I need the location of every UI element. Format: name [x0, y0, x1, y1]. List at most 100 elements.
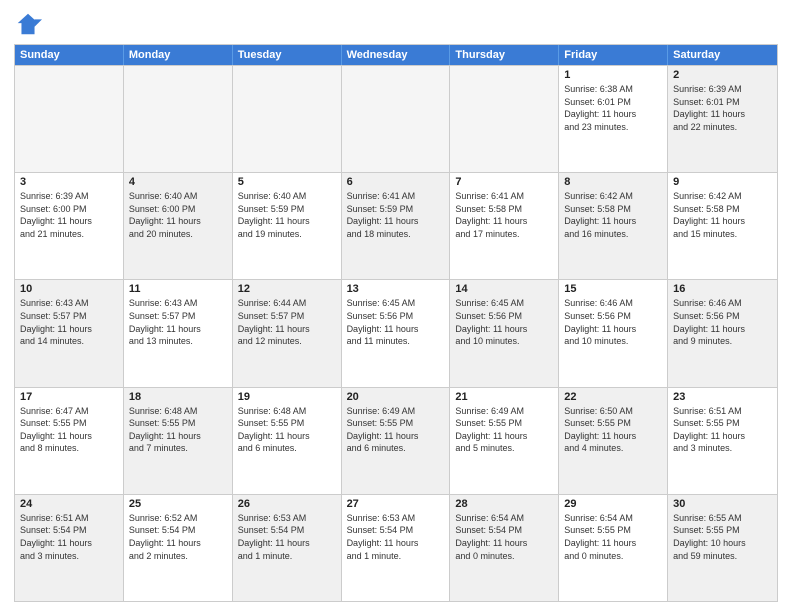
cell-info: Sunrise: 6:46 AM Sunset: 5:56 PM Dayligh… [564, 297, 662, 347]
cal-cell: 8 Sunrise: 6:42 AM Sunset: 5:58 PM Daylig… [559, 173, 668, 279]
week-row-4: 24 Sunrise: 6:51 AM Sunset: 5:54 PM Dayli… [15, 494, 777, 601]
header-day-sunday: Sunday [15, 45, 124, 65]
day-number: 2 [673, 69, 772, 81]
page: SundayMondayTuesdayWednesdayThursdayFrid… [0, 0, 792, 612]
day-number: 1 [564, 69, 662, 81]
week-row-0: 1 Sunrise: 6:38 AM Sunset: 6:01 PM Daylig… [15, 65, 777, 172]
day-number: 23 [673, 391, 772, 403]
day-number: 24 [20, 498, 118, 510]
day-number: 17 [20, 391, 118, 403]
cell-info: Sunrise: 6:53 AM Sunset: 5:54 PM Dayligh… [347, 512, 445, 562]
cell-info: Sunrise: 6:49 AM Sunset: 5:55 PM Dayligh… [455, 405, 553, 455]
header-day-thursday: Thursday [450, 45, 559, 65]
cal-cell: 19 Sunrise: 6:48 AM Sunset: 5:55 PM Dayli… [233, 388, 342, 494]
cal-cell: 2 Sunrise: 6:39 AM Sunset: 6:01 PM Daylig… [668, 66, 777, 172]
day-number: 21 [455, 391, 553, 403]
logo-icon [14, 10, 42, 38]
cal-cell: 29 Sunrise: 6:54 AM Sunset: 5:55 PM Dayli… [559, 495, 668, 601]
cal-cell: 27 Sunrise: 6:53 AM Sunset: 5:54 PM Dayli… [342, 495, 451, 601]
cal-cell: 18 Sunrise: 6:48 AM Sunset: 5:55 PM Dayli… [124, 388, 233, 494]
header-day-friday: Friday [559, 45, 668, 65]
day-number: 5 [238, 176, 336, 188]
calendar-body: 1 Sunrise: 6:38 AM Sunset: 6:01 PM Daylig… [15, 65, 777, 601]
day-number: 19 [238, 391, 336, 403]
cal-cell: 9 Sunrise: 6:42 AM Sunset: 5:58 PM Daylig… [668, 173, 777, 279]
calendar: SundayMondayTuesdayWednesdayThursdayFrid… [14, 44, 778, 602]
cal-cell: 23 Sunrise: 6:51 AM Sunset: 5:55 PM Dayli… [668, 388, 777, 494]
day-number: 4 [129, 176, 227, 188]
cal-cell [342, 66, 451, 172]
day-number: 6 [347, 176, 445, 188]
cal-cell: 12Sunrise: 6:44 AM Sunset: 5:57 PM Dayli… [233, 280, 342, 386]
cal-cell: 7Sunrise: 6:41 AM Sunset: 5:58 PM Daylig… [450, 173, 559, 279]
cell-info: Sunrise: 6:45 AM Sunset: 5:56 PM Dayligh… [455, 297, 553, 347]
cal-cell: 4 Sunrise: 6:40 AM Sunset: 6:00 PM Daylig… [124, 173, 233, 279]
cal-cell: 16 Sunrise: 6:46 AM Sunset: 5:56 PM Dayli… [668, 280, 777, 386]
day-number: 15 [564, 283, 662, 295]
calendar-header: SundayMondayTuesdayWednesdayThursdayFrid… [15, 45, 777, 65]
day-number: 30 [673, 498, 772, 510]
cal-cell: 13 Sunrise: 6:45 AM Sunset: 5:56 PM Dayli… [342, 280, 451, 386]
day-number: 29 [564, 498, 662, 510]
cal-cell: 11 Sunrise: 6:43 AM Sunset: 5:57 PM Dayli… [124, 280, 233, 386]
header-day-saturday: Saturday [668, 45, 777, 65]
cell-info: Sunrise: 6:52 AM Sunset: 5:54 PM Dayligh… [129, 512, 227, 562]
cell-info: Sunrise: 6:42 AM Sunset: 5:58 PM Dayligh… [564, 190, 662, 240]
cal-cell: 17 Sunrise: 6:47 AM Sunset: 5:55 PM Dayli… [15, 388, 124, 494]
day-number: 9 [673, 176, 772, 188]
day-number: 27 [347, 498, 445, 510]
cell-info: Sunrise: 6:43 AM Sunset: 5:57 PM Dayligh… [20, 297, 118, 347]
header-day-tuesday: Tuesday [233, 45, 342, 65]
cal-cell: 14 Sunrise: 6:45 AM Sunset: 5:56 PM Dayli… [450, 280, 559, 386]
cal-cell [15, 66, 124, 172]
cell-info: Sunrise: 6:40 AM Sunset: 6:00 PM Dayligh… [129, 190, 227, 240]
day-number: 16 [673, 283, 772, 295]
cell-info: Sunrise: 6:54 AM Sunset: 5:54 PM Dayligh… [455, 512, 553, 562]
cell-info: Sunrise: 6:48 AM Sunset: 5:55 PM Dayligh… [129, 405, 227, 455]
cell-info: Sunrise: 6:40 AM Sunset: 5:59 PM Dayligh… [238, 190, 336, 240]
cell-info: Sunrise: 6:45 AM Sunset: 5:56 PM Dayligh… [347, 297, 445, 347]
cell-info: Sunrise: 6:51 AM Sunset: 5:55 PM Dayligh… [673, 405, 772, 455]
cal-cell: 6Sunrise: 6:41 AM Sunset: 5:59 PM Daylig… [342, 173, 451, 279]
week-row-1: 3Sunrise: 6:39 AM Sunset: 6:00 PM Daylig… [15, 172, 777, 279]
cell-info: Sunrise: 6:48 AM Sunset: 5:55 PM Dayligh… [238, 405, 336, 455]
cal-cell: 28 Sunrise: 6:54 AM Sunset: 5:54 PM Dayli… [450, 495, 559, 601]
header-day-monday: Monday [124, 45, 233, 65]
cell-info: Sunrise: 6:50 AM Sunset: 5:55 PM Dayligh… [564, 405, 662, 455]
day-number: 14 [455, 283, 553, 295]
cal-cell: 26 Sunrise: 6:53 AM Sunset: 5:54 PM Dayli… [233, 495, 342, 601]
cal-cell [233, 66, 342, 172]
day-number: 18 [129, 391, 227, 403]
cell-info: Sunrise: 6:54 AM Sunset: 5:55 PM Dayligh… [564, 512, 662, 562]
cell-info: Sunrise: 6:55 AM Sunset: 5:55 PM Dayligh… [673, 512, 772, 562]
cell-info: Sunrise: 6:42 AM Sunset: 5:58 PM Dayligh… [673, 190, 772, 240]
week-row-2: 10 Sunrise: 6:43 AM Sunset: 5:57 PM Dayli… [15, 279, 777, 386]
cell-info: Sunrise: 6:38 AM Sunset: 6:01 PM Dayligh… [564, 83, 662, 133]
cell-info: Sunrise: 6:43 AM Sunset: 5:57 PM Dayligh… [129, 297, 227, 347]
cal-cell: 1 Sunrise: 6:38 AM Sunset: 6:01 PM Daylig… [559, 66, 668, 172]
cal-cell: 15 Sunrise: 6:46 AM Sunset: 5:56 PM Dayli… [559, 280, 668, 386]
cal-cell: 21 Sunrise: 6:49 AM Sunset: 5:55 PM Dayli… [450, 388, 559, 494]
cal-cell: 20Sunrise: 6:49 AM Sunset: 5:55 PM Dayli… [342, 388, 451, 494]
cal-cell: 10 Sunrise: 6:43 AM Sunset: 5:57 PM Dayli… [15, 280, 124, 386]
cell-info: Sunrise: 6:53 AM Sunset: 5:54 PM Dayligh… [238, 512, 336, 562]
cell-info: Sunrise: 6:46 AM Sunset: 5:56 PM Dayligh… [673, 297, 772, 347]
week-row-3: 17 Sunrise: 6:47 AM Sunset: 5:55 PM Dayli… [15, 387, 777, 494]
cell-info: Sunrise: 6:47 AM Sunset: 5:55 PM Dayligh… [20, 405, 118, 455]
header [14, 10, 778, 38]
day-number: 13 [347, 283, 445, 295]
cal-cell: 3Sunrise: 6:39 AM Sunset: 6:00 PM Daylig… [15, 173, 124, 279]
cell-info: Sunrise: 6:49 AM Sunset: 5:55 PM Dayligh… [347, 405, 445, 455]
cell-info: Sunrise: 6:41 AM Sunset: 5:58 PM Dayligh… [455, 190, 553, 240]
header-day-wednesday: Wednesday [342, 45, 451, 65]
day-number: 8 [564, 176, 662, 188]
logo [14, 10, 46, 38]
cal-cell: 5 Sunrise: 6:40 AM Sunset: 5:59 PM Daylig… [233, 173, 342, 279]
day-number: 28 [455, 498, 553, 510]
day-number: 10 [20, 283, 118, 295]
day-number: 11 [129, 283, 227, 295]
cell-info: Sunrise: 6:51 AM Sunset: 5:54 PM Dayligh… [20, 512, 118, 562]
cell-info: Sunrise: 6:39 AM Sunset: 6:01 PM Dayligh… [673, 83, 772, 133]
day-number: 26 [238, 498, 336, 510]
cal-cell: 30 Sunrise: 6:55 AM Sunset: 5:55 PM Dayli… [668, 495, 777, 601]
